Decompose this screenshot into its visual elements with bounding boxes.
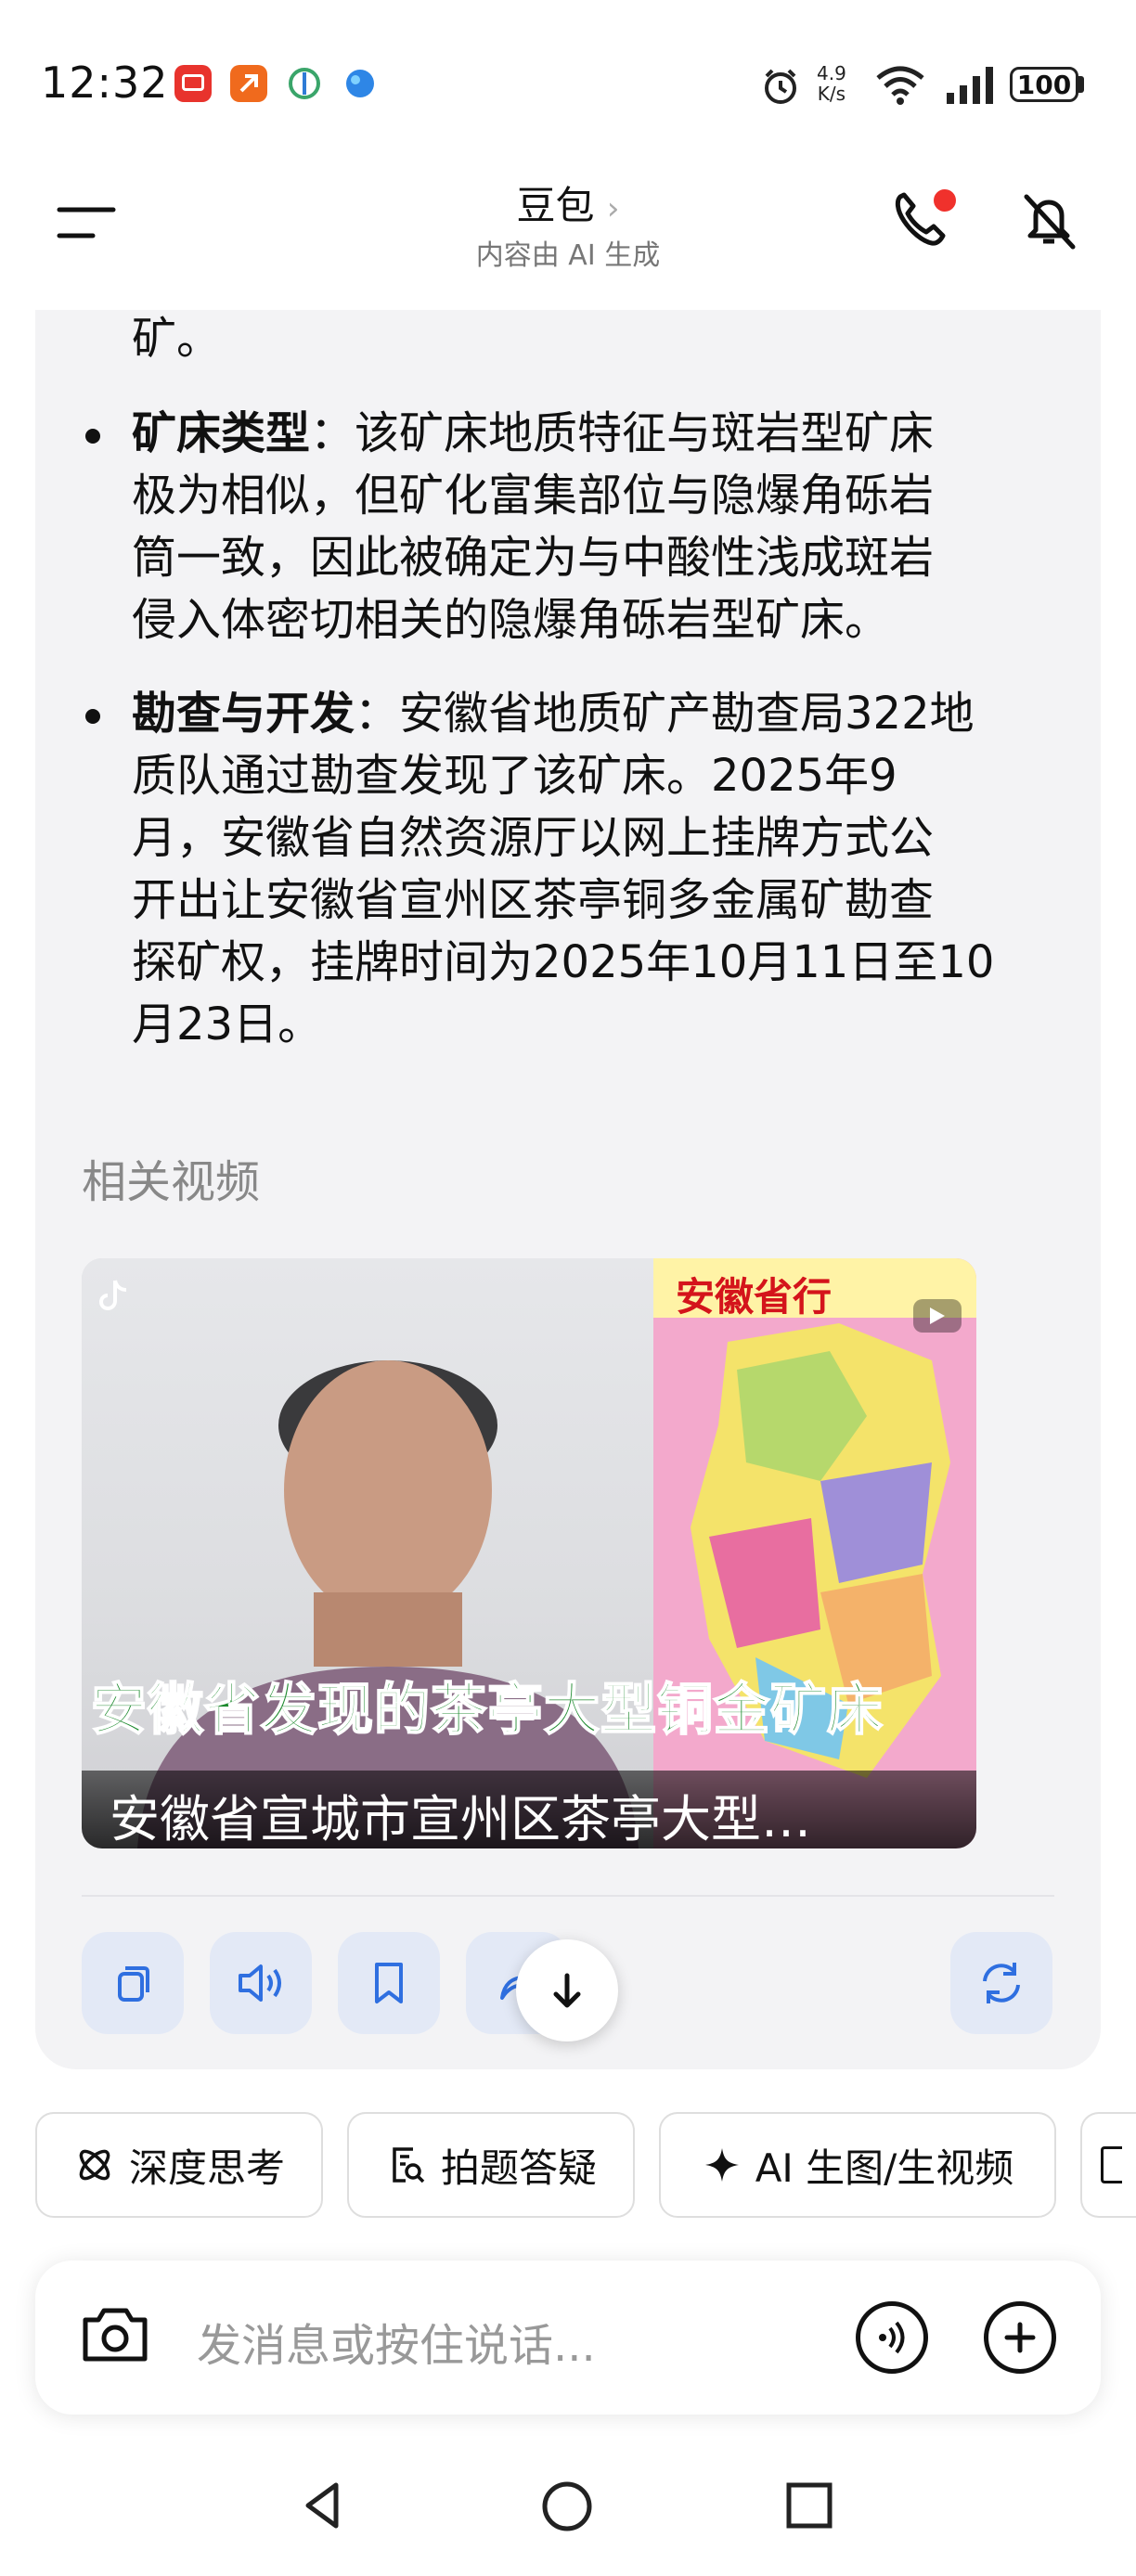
video-overlay-title: 安徽省发现的茶亭大型铜金矿床 (90, 1677, 884, 1744)
related-video-card[interactable]: 安徽省行 安徽省发现的茶亭大型铜金矿床 安徽省宣城市宣州区茶亭大型… (82, 1258, 976, 1848)
camera-icon[interactable] (78, 2299, 152, 2374)
bullet-dot (85, 429, 100, 444)
chip-deep-thinking[interactable]: 深度思考 (35, 2112, 323, 2218)
chip-label: 深度思考 (128, 2145, 285, 2191)
related-videos-title: 相关视频 (82, 1156, 261, 1208)
bullet-term: 勘查与开发 (132, 688, 355, 740)
notification-app-icon-blue (342, 65, 379, 102)
copy-icon (118, 1966, 149, 2002)
home-icon[interactable] (538, 2478, 596, 2539)
call-badge (934, 189, 956, 212)
speaker-icon (239, 1964, 281, 2002)
video-caption: 安徽省宣城市宣州区茶亭大型… (110, 1790, 811, 1848)
bullet-text-line: 极为相似，但矿化富集部位与隐爆角砾岩 (132, 470, 935, 522)
status-time: 12:32 (41, 58, 169, 108)
video-thumbnail-person (82, 1258, 653, 1848)
bullet-text-line: 探矿权，挂牌时间为2025年10月11日至10 (132, 936, 995, 988)
network-speed: 4.9 K/s (817, 63, 846, 104)
bullet-text-line: 开出让安徽省宣州区茶亭铜多金属矿勘查 (132, 874, 935, 926)
bullet-exploration: 勘查与开发：安徽省地质矿产勘查局322地 质队通过勘查发现了该矿床。2025年9… (132, 683, 1051, 1056)
bookmark-icon (375, 1963, 403, 2003)
chip-label: 拍题答疑 (440, 2145, 597, 2191)
bullet-dot (85, 709, 100, 724)
scroll-down-icon (553, 1973, 581, 2008)
copy-button[interactable] (82, 1932, 184, 2034)
signal-icon (945, 65, 997, 109)
chat-title-text: 豆包 (516, 183, 595, 228)
bullet-text-line: ：该矿床地质特征与斑岩型矿床 (310, 407, 935, 459)
recents-icon[interactable] (781, 2478, 837, 2537)
message-leading-fragment: 矿。 (132, 313, 222, 365)
message-input[interactable]: 发消息或按住说话... (197, 2309, 596, 2374)
atom-icon (79, 2149, 110, 2181)
add-button[interactable] (984, 2301, 1056, 2374)
chip-more-icon (1101, 2146, 1122, 2183)
wifi-icon (874, 63, 926, 109)
chip-label: AI 生图/生视频 (755, 2145, 1014, 2191)
voice-call-icon (879, 2321, 905, 2354)
chip-more-partial[interactable] (1080, 2112, 1136, 2218)
notification-app-icon-red (174, 65, 212, 102)
chip-photo-question[interactable]: 拍题答疑 (347, 2112, 635, 2218)
add-icon (1004, 2322, 1036, 2353)
chip-ai-image-video[interactable]: AI 生图/生视频 (659, 2112, 1056, 2218)
bullet-text-line: 月23日。 (132, 998, 323, 1050)
notification-app-icon-orange (230, 65, 267, 102)
back-icon[interactable] (295, 2478, 351, 2537)
bullet-term: 矿床类型 (132, 407, 311, 459)
notification-app-icon-green (286, 65, 323, 102)
ai-generated-note: 内容由 AI 生成 (475, 239, 661, 272)
bullet-text-line: ：安徽省地质矿产勘查局322地 (355, 688, 975, 740)
bullet-text-line: 月，安徽省自然资源厅以网上挂牌方式公 (132, 812, 935, 864)
network-speed-unit: K/s (817, 83, 846, 105)
video-thumbnail-map: 安徽省行 (653, 1258, 976, 1848)
sparkle-icon (704, 2148, 739, 2182)
bookmark-button[interactable] (338, 1932, 440, 2034)
regenerate-button[interactable] (950, 1932, 1052, 2034)
network-speed-value: 4.9 (817, 62, 846, 84)
chat-title[interactable]: 豆包 › (0, 174, 1136, 231)
divider (82, 1895, 1054, 1897)
tiktok-icon (98, 1279, 130, 1316)
battery-level: 100 (1016, 69, 1072, 100)
bullet-text-line: 质队通过勘查发现了该矿床。2025年9 (132, 750, 897, 802)
battery-icon: 100 (1010, 67, 1078, 102)
scroll-down-button[interactable] (516, 1939, 618, 2041)
voice-call-button[interactable] (856, 2301, 928, 2374)
read-aloud-button[interactable] (210, 1932, 312, 2034)
bullet-mineral-type: 矿床类型：该矿床地质特征与斑岩型矿床 极为相似，但矿化富集部位与隐爆角砾岩 筒一… (132, 403, 1051, 651)
bullet-text-line: 筒一致，因此被确定为与中酸性浅成斑岩 (132, 532, 935, 584)
bullet-text-line: 侵入体密切相关的隐爆角砾岩型矿床。 (132, 594, 890, 646)
chevron-right-icon: › (606, 190, 620, 227)
play-icon (913, 1299, 962, 1333)
regenerate-icon (983, 1963, 1020, 2003)
battery-cap (1078, 76, 1084, 93)
alarm-icon (759, 65, 802, 111)
mute-icon[interactable] (1015, 187, 1082, 258)
document-search-icon (393, 2147, 425, 2183)
